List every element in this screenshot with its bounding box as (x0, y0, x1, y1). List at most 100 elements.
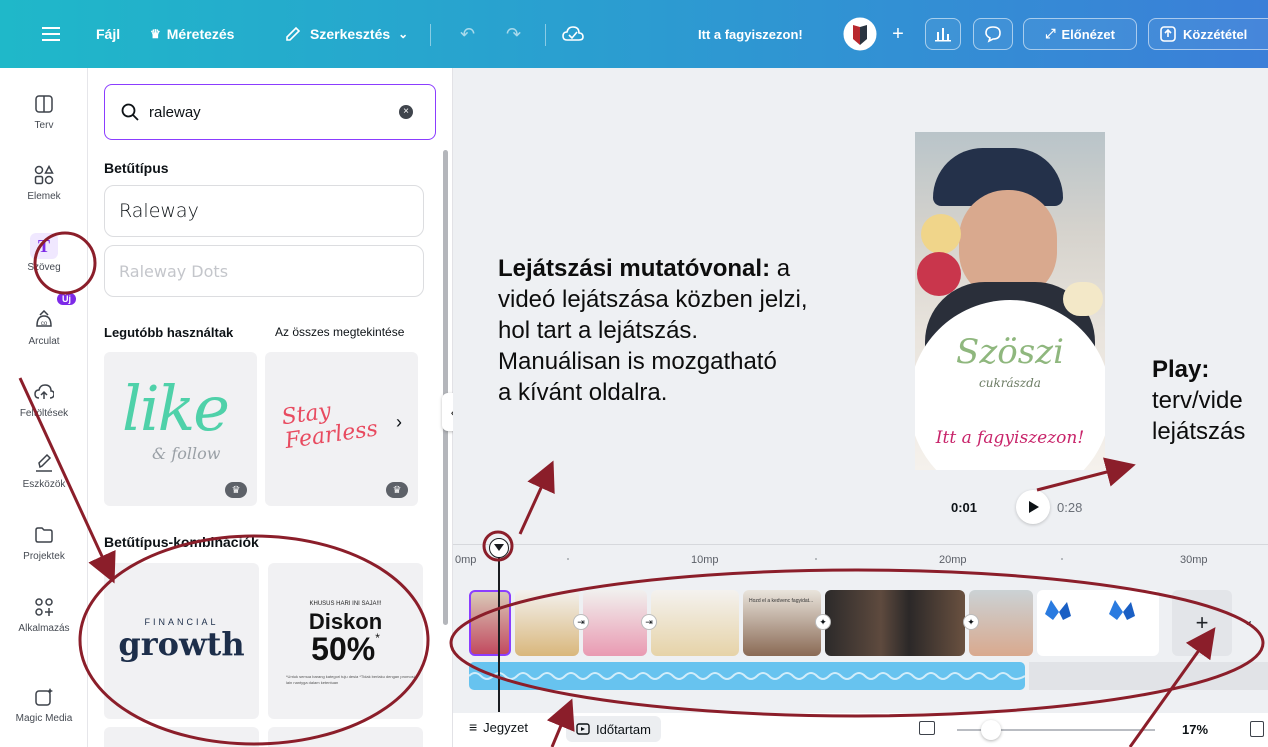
video-clip[interactable] (469, 590, 511, 656)
plus-icon: + (892, 22, 904, 45)
page-view-icon[interactable] (919, 721, 935, 735)
new-badge: Új (57, 293, 76, 305)
zoom-level[interactable]: 17% (1182, 722, 1208, 737)
font-option-label: Raleway Dots (119, 261, 229, 281)
rail-item-magic-media[interactable]: Magic Media (0, 685, 88, 724)
duration-icon (576, 723, 590, 735)
transition-icon[interactable]: ⇥ (641, 614, 657, 630)
video-clip[interactable] (825, 590, 965, 656)
bar-chart-icon (935, 28, 951, 42)
playhead-annotation-line: hol tart a lejátszás. (498, 317, 699, 344)
comment-button[interactable] (973, 18, 1013, 50)
playhead-annotation-line: videó lejátszása közben jelzi, (498, 286, 808, 313)
rail-item-uploads[interactable]: Feltöltések (0, 380, 88, 419)
playhead-line[interactable] (498, 540, 500, 712)
rail-label: Alkalmazás (18, 623, 70, 634)
video-clip[interactable] (515, 590, 579, 656)
combo-card-partial[interactable] (268, 727, 423, 747)
duration-label: Időtartam (596, 721, 651, 737)
combo-diskon-50[interactable]: KHUSUS HARI INI SAJA!!! Diskon 50%* *Unt… (268, 563, 423, 719)
video-clip[interactable] (1037, 590, 1159, 656)
chevron-right-icon[interactable]: › (396, 412, 402, 433)
combo-value-text: 50% (311, 631, 376, 667)
menu-button[interactable] (42, 0, 60, 68)
recent-style-like-follow[interactable]: like & follow ♛ (104, 352, 257, 506)
triangle-down-icon (494, 544, 504, 551)
file-menu[interactable]: Fájl (96, 0, 120, 68)
chevron-down-icon[interactable]: ⌄ (1241, 610, 1254, 630)
side-rail: Terv Elemek T Szöveg Új co Arculat Feltö… (0, 68, 88, 747)
rail-label: Terv (34, 120, 54, 131)
notes-button[interactable]: ≡ Jegyzet (469, 719, 528, 735)
play-button[interactable] (1016, 490, 1050, 524)
rail-item-projects[interactable]: Projektek (0, 523, 88, 562)
edit-menu[interactable]: Szerkesztés ⌄ (284, 0, 408, 68)
audio-track[interactable] (469, 662, 1025, 690)
rail-item-brand[interactable]: Új co Arculat (0, 293, 88, 347)
rail-item-design[interactable]: Terv (0, 92, 88, 131)
timeline-ruler: 0mp 10mp 20mp 30mp (453, 548, 1268, 572)
avatar[interactable] (843, 0, 877, 68)
design-preview[interactable]: Szöszi cukrászda Itt a fagyiszezon! (915, 132, 1105, 470)
playhead-annotation-text: a (770, 255, 791, 282)
add-collaborator-button[interactable]: + (884, 0, 912, 68)
transition-icon[interactable]: ⇥ (573, 614, 589, 630)
preview-button[interactable]: ⤢ Előnézet (1023, 18, 1137, 50)
combo-financial-growth[interactable]: FINANCIAL growth (104, 563, 259, 719)
clear-search-icon[interactable]: × (399, 105, 413, 119)
duration-button[interactable]: Időtartam (566, 716, 661, 742)
playhead-annotation-line: Manuálisan is mozgatható (498, 348, 777, 375)
redo-icon[interactable]: ↷ (506, 0, 521, 68)
audio-track-extension (1029, 662, 1268, 690)
time-current: 0:01 (951, 500, 978, 515)
divider (545, 24, 546, 46)
rail-item-text[interactable]: T Szöveg (0, 233, 88, 273)
add-clip-button[interactable]: + (1172, 590, 1232, 656)
play-annotation-line: terv/vide (1152, 387, 1243, 414)
text-icon: T (30, 233, 58, 259)
cloud-saved-icon[interactable] (562, 0, 584, 68)
font-option-raleway[interactable]: Raleway (104, 185, 424, 237)
ruler-tick: 20mp (939, 554, 967, 566)
play-icon (1029, 501, 1039, 513)
canvas-area: Szöszi cukrászda Itt a fagyiszezon! 0:01… (453, 68, 1268, 747)
combo-top-text: KHUSUS HARI INI SAJA!!! (309, 601, 382, 607)
clip-caption: Hozd el a kedvenc fagyidat... (749, 598, 814, 604)
publish-icon (1160, 26, 1176, 42)
rail-item-elements[interactable]: Elemek (0, 163, 88, 202)
ice-cream-scoop (1063, 282, 1103, 316)
video-clip[interactable] (583, 590, 647, 656)
combo-card-partial[interactable] (104, 727, 259, 747)
video-clip[interactable] (651, 590, 739, 656)
grid-view-icon[interactable] (1250, 721, 1264, 737)
ruler-dot (815, 558, 817, 560)
see-all-link[interactable]: Az összes megtekintése (275, 325, 404, 339)
zoom-slider-handle[interactable] (981, 720, 1001, 740)
timeline-divider (453, 544, 1268, 545)
hamburger-icon (42, 27, 60, 41)
notes-icon: ≡ (469, 719, 478, 735)
insights-button[interactable] (925, 18, 961, 50)
font-option-raleway-dots[interactable]: Raleway Dots (104, 245, 424, 297)
publish-button[interactable]: Közzététel (1148, 18, 1268, 50)
rail-label: Arculat (28, 336, 60, 347)
search-value: raleway (149, 103, 201, 121)
rail-item-apps[interactable]: Alkalmazás (0, 595, 88, 634)
comment-icon (985, 26, 1001, 43)
design-title[interactable]: Itt a fagyiszezon! (698, 0, 803, 68)
panel-scrollbar[interactable] (443, 150, 448, 625)
font-search-input[interactable]: raleway × (104, 84, 436, 140)
transition-icon[interactable]: ✦ (815, 614, 831, 630)
playhead-handle[interactable] (489, 538, 509, 558)
avatar-icon (843, 17, 877, 51)
video-clip[interactable]: Hozd el a kedvenc fagyidat... (743, 590, 821, 656)
transition-icon[interactable]: ✦ (963, 614, 979, 630)
slogan-text: Itt a fagyiszezon! (935, 428, 1085, 448)
ruler-tick: 30mp (1180, 554, 1208, 566)
rail-item-tools[interactable]: Eszközök (0, 451, 88, 490)
playhead-annotation: Lejátszási mutatóvonal: a videó lejátszá… (498, 253, 918, 408)
resize-button[interactable]: ♛ Méretezés (150, 0, 234, 68)
recent-style-stay-fearless[interactable]: Stay Fearless › ♛ (265, 352, 418, 506)
undo-icon[interactable]: ↶ (460, 0, 475, 68)
shapes-icon (34, 165, 54, 185)
